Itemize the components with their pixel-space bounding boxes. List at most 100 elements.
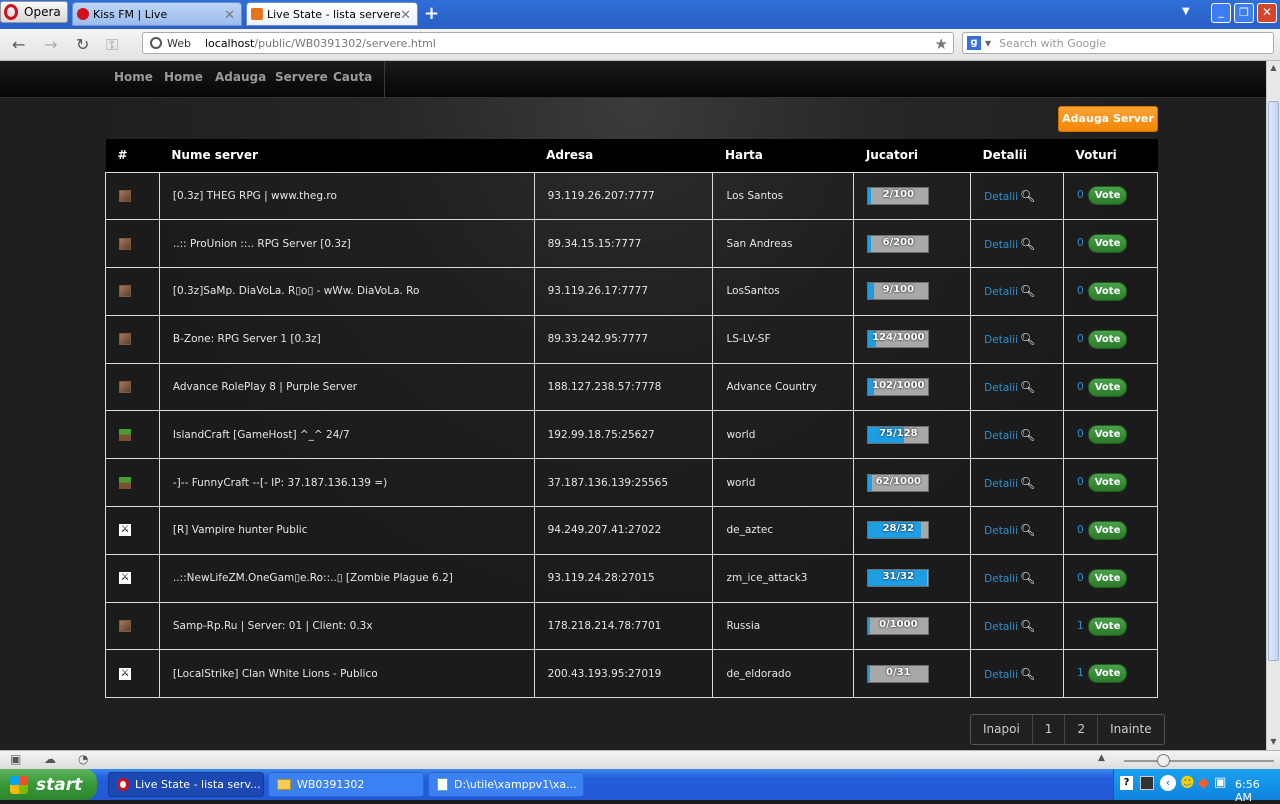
details-link[interactable]: Detalii: [984, 430, 1018, 442]
close-window-icon[interactable]: ✕: [1257, 3, 1277, 23]
collapse-tray-icon[interactable]: ‹: [1160, 775, 1176, 791]
network-icon[interactable]: [1140, 776, 1154, 790]
votes-cell: 1 Vote: [1063, 649, 1158, 699]
tab-kiss-fm[interactable]: Kiss FM | Live ✕: [72, 2, 242, 26]
column-header-name[interactable]: Nume server: [159, 139, 535, 172]
cloud-icon[interactable]: ☁: [44, 752, 56, 766]
magnifier-icon[interactable]: 🔍︎: [1020, 428, 1035, 442]
vertical-scrollbar[interactable]: ▲ ▼: [1266, 61, 1280, 750]
bookmark-star-icon[interactable]: ★: [935, 35, 948, 53]
magnifier-icon[interactable]: 🔍︎: [1020, 189, 1035, 203]
pagination-prev[interactable]: Inapoi: [971, 715, 1032, 744]
table-row: Samp-Rp.Ru | Server: 01 | Client: 0.3x 17…: [105, 601, 1158, 651]
tab-label: Live State - lista servere: [267, 7, 401, 21]
key-icon[interactable]: ⚿: [106, 35, 118, 55]
url-path: /public/WB0391302/servere.html: [254, 36, 436, 50]
vote-button[interactable]: Vote: [1087, 473, 1128, 493]
vote-button[interactable]: Vote: [1087, 568, 1128, 588]
zoom-slider-handle[interactable]: [1157, 754, 1170, 767]
scroll-up-icon[interactable]: ▲: [1268, 63, 1279, 74]
players-bar: 6/200: [867, 234, 930, 253]
zoom-slider[interactable]: [1124, 760, 1274, 762]
vote-button[interactable]: Vote: [1087, 377, 1128, 397]
magnifier-icon[interactable]: 🔍︎: [1020, 523, 1035, 537]
magnifier-icon[interactable]: 🔍︎: [1020, 619, 1035, 633]
back-arrow-icon[interactable]: ←: [12, 35, 25, 54]
nav-cauta[interactable]: Cauta: [333, 70, 372, 84]
nav-adauga[interactable]: Adauga: [215, 70, 266, 84]
search-box[interactable]: g ▼ Search with Google: [962, 32, 1274, 54]
panel-toggle-icon[interactable]: ▣: [10, 752, 21, 766]
server-map: LosSantos: [712, 267, 855, 316]
opera-menu-button[interactable]: Opera: [0, 1, 68, 23]
magnifier-icon[interactable]: 🔍︎: [1020, 571, 1035, 585]
column-header-address[interactable]: Adresa: [534, 139, 713, 172]
vote-button[interactable]: Vote: [1087, 186, 1128, 206]
details-link[interactable]: Detalii: [984, 382, 1018, 394]
add-server-button[interactable]: Adauga Server: [1058, 106, 1158, 132]
magnifier-icon[interactable]: 🔍︎: [1020, 284, 1035, 298]
vote-button[interactable]: Vote: [1087, 520, 1128, 540]
tab-menu-chevron-icon[interactable]: ▼: [1182, 6, 1190, 17]
pagination-next[interactable]: Inainte: [1097, 715, 1164, 744]
scroll-down-icon[interactable]: ▼: [1268, 737, 1279, 748]
vote-button[interactable]: Vote: [1087, 329, 1128, 349]
pagination-page-1[interactable]: 1: [1031, 715, 1065, 744]
magnifier-icon[interactable]: 🔍︎: [1020, 332, 1035, 346]
vote-button[interactable]: Vote: [1087, 664, 1128, 684]
minecraft-icon: [119, 476, 131, 489]
nav-home-2[interactable]: Home: [164, 70, 203, 84]
windows-logo-icon: [10, 775, 28, 794]
players-cell: 0/1000: [853, 601, 972, 651]
start-button[interactable]: start: [0, 769, 97, 800]
new-tab-plus-icon[interactable]: +: [424, 3, 439, 24]
details-link[interactable]: Detalii: [984, 239, 1018, 251]
taskbar-item-folder[interactable]: WB0391302: [268, 772, 424, 797]
restore-icon[interactable]: ❐: [1234, 3, 1254, 23]
details-link[interactable]: Detalii: [984, 334, 1018, 346]
details-link[interactable]: Detalii: [984, 621, 1018, 633]
details-cell: Detalii 🔍︎: [970, 553, 1065, 603]
pagination-page-2[interactable]: 2: [1064, 715, 1097, 744]
magnifier-icon[interactable]: 🔍︎: [1020, 237, 1035, 251]
alert-icon[interactable]: ◆: [1198, 775, 1209, 791]
nav-home[interactable]: Home: [114, 70, 153, 84]
details-link[interactable]: Detalii: [984, 478, 1018, 490]
magnifier-icon[interactable]: 🔍︎: [1020, 380, 1035, 394]
vote-button[interactable]: Vote: [1087, 281, 1128, 301]
messenger-icon[interactable]: ☻: [1180, 775, 1195, 791]
close-tab-icon[interactable]: ✕: [224, 8, 235, 23]
details-link[interactable]: Detalii: [984, 525, 1018, 537]
reload-icon[interactable]: ↻: [76, 35, 89, 54]
scrollbar-thumb[interactable]: [1268, 101, 1279, 661]
nav-servere[interactable]: Servere: [275, 70, 328, 84]
address-bar[interactable]: Web localhost /public/WB0391302/servere.…: [142, 32, 954, 54]
details-link[interactable]: Detalii: [984, 191, 1018, 203]
help-icon[interactable]: ?: [1120, 776, 1133, 790]
magnifier-icon[interactable]: 🔍︎: [1020, 667, 1035, 681]
column-header-votes[interactable]: Voturi: [1063, 139, 1158, 172]
column-header-map[interactable]: Harta: [712, 139, 854, 172]
details-link[interactable]: Detalii: [984, 669, 1018, 681]
vote-button[interactable]: Vote: [1087, 234, 1128, 254]
details-cell: Detalii 🔍︎: [970, 171, 1065, 221]
zoom-up-icon[interactable]: ▲: [1098, 753, 1105, 763]
minimize-icon[interactable]: _: [1211, 3, 1231, 23]
tab-live-state[interactable]: Live State - lista servere ✕: [246, 2, 418, 26]
players-cell: 0/31: [853, 649, 972, 699]
column-header-players[interactable]: Jucatori: [853, 139, 971, 172]
server-map: San Andreas: [712, 219, 855, 269]
vote-button[interactable]: Vote: [1087, 616, 1128, 636]
vote-button[interactable]: Vote: [1087, 425, 1128, 445]
magnifier-icon[interactable]: 🔍︎: [1020, 476, 1035, 490]
search-engine-dropdown-icon[interactable]: ▼: [985, 39, 991, 48]
forward-arrow-icon[interactable]: →: [44, 35, 57, 54]
taskbar-item-opera[interactable]: Live State - lista serv...: [108, 772, 264, 797]
taskbar-item-notepad[interactable]: D:\utile\xamppv1\xa...: [428, 772, 584, 797]
details-link[interactable]: Detalii: [984, 573, 1018, 585]
details-link[interactable]: Detalii: [984, 286, 1018, 298]
monitor-icon[interactable]: ▣: [1214, 775, 1226, 790]
speed-dial-icon[interactable]: ◔: [78, 752, 88, 766]
close-tab-icon[interactable]: ✕: [400, 8, 411, 23]
clock[interactable]: 6:56 AM: [1235, 778, 1280, 804]
